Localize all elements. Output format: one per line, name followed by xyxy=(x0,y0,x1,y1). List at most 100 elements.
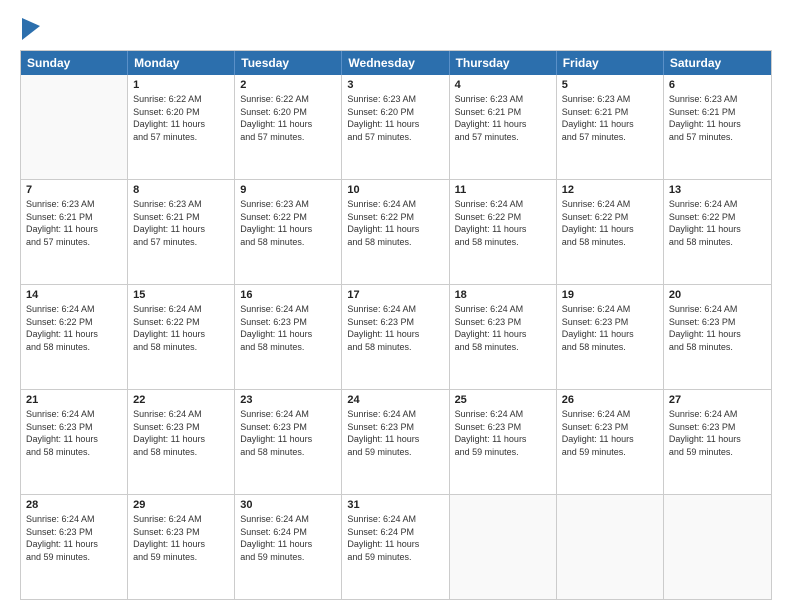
calendar-cell: 1 Sunrise: 6:22 AM Sunset: 6:20 PM Daylig… xyxy=(128,75,235,179)
calendar-cell: 26Sunrise: 6:24 AM Sunset: 6:23 PM Dayli… xyxy=(557,390,664,494)
day-number: 17 xyxy=(347,289,443,301)
day-info: Sunrise: 6:24 AM Sunset: 6:23 PM Dayligh… xyxy=(26,513,122,563)
day-info: Sunrise: 6:24 AM Sunset: 6:24 PM Dayligh… xyxy=(240,513,336,563)
day-info: Sunrise: 6:24 AM Sunset: 6:23 PM Dayligh… xyxy=(347,408,443,458)
calendar-cell: 31Sunrise: 6:24 AM Sunset: 6:24 PM Dayli… xyxy=(342,495,449,599)
calendar-cell: 16 Sunrise: 6:24 AM Sunset: 6:23 PM Dayli… xyxy=(235,285,342,389)
calendar-cell: 28Sunrise: 6:24 AM Sunset: 6:23 PM Dayli… xyxy=(21,495,128,599)
day-info: Sunrise: 6:23 AM Sunset: 6:21 PM Dayligh… xyxy=(133,198,229,248)
logo-icon xyxy=(22,18,40,40)
day-info: Sunrise: 6:23 AM Sunset: 6:21 PM Dayligh… xyxy=(562,93,658,143)
day-number: 11 xyxy=(455,184,551,196)
calendar-row-1: 7Sunrise: 6:23 AM Sunset: 6:21 PM Daylig… xyxy=(21,180,771,285)
day-info: Sunrise: 6:23 AM Sunset: 6:21 PM Dayligh… xyxy=(26,198,122,248)
calendar-cell: 27Sunrise: 6:24 AM Sunset: 6:23 PM Dayli… xyxy=(664,390,771,494)
calendar-cell: 7Sunrise: 6:23 AM Sunset: 6:21 PM Daylig… xyxy=(21,180,128,284)
calendar-header: SundayMondayTuesdayWednesdayThursdayFrid… xyxy=(21,51,771,75)
day-number: 16 xyxy=(240,289,336,301)
day-number: 2 xyxy=(240,79,336,91)
calendar-row-3: 21 Sunrise: 6:24 AM Sunset: 6:23 PM Dayli… xyxy=(21,390,771,495)
day-info: Sunrise: 6:24 AM Sunset: 6:22 PM Dayligh… xyxy=(26,303,122,353)
header-day-tuesday: Tuesday xyxy=(235,51,342,75)
day-number: 1 xyxy=(133,79,229,91)
day-info: Sunrise: 6:22 AM Sunset: 6:20 PM Dayligh… xyxy=(133,93,229,143)
calendar-cell: 23 Sunrise: 6:24 AM Sunset: 6:23 PM Dayli… xyxy=(235,390,342,494)
logo xyxy=(20,18,40,40)
day-number: 14 xyxy=(26,289,122,301)
calendar-cell: 19 Sunrise: 6:24 AM Sunset: 6:23 PM Dayli… xyxy=(557,285,664,389)
calendar-cell: 12 Sunrise: 6:24 AM Sunset: 6:22 PM Dayli… xyxy=(557,180,664,284)
day-info: Sunrise: 6:24 AM Sunset: 6:23 PM Dayligh… xyxy=(455,408,551,458)
day-number: 21 xyxy=(26,394,122,406)
calendar-row-2: 14 Sunrise: 6:24 AM Sunset: 6:22 PM Dayli… xyxy=(21,285,771,390)
calendar-cell: 4 Sunrise: 6:23 AM Sunset: 6:21 PM Daylig… xyxy=(450,75,557,179)
day-number: 31 xyxy=(347,499,443,511)
day-number: 9 xyxy=(240,184,336,196)
calendar-cell: 22 Sunrise: 6:24 AM Sunset: 6:23 PM Dayli… xyxy=(128,390,235,494)
day-info: Sunrise: 6:24 AM Sunset: 6:22 PM Dayligh… xyxy=(347,198,443,248)
calendar-cell: 6Sunrise: 6:23 AM Sunset: 6:21 PM Daylig… xyxy=(664,75,771,179)
calendar-cell xyxy=(664,495,771,599)
day-number: 29 xyxy=(133,499,229,511)
calendar-cell: 25 Sunrise: 6:24 AM Sunset: 6:23 PM Dayli… xyxy=(450,390,557,494)
day-number: 25 xyxy=(455,394,551,406)
day-number: 5 xyxy=(562,79,658,91)
day-info: Sunrise: 6:23 AM Sunset: 6:22 PM Dayligh… xyxy=(240,198,336,248)
day-number: 10 xyxy=(347,184,443,196)
calendar-cell: 29 Sunrise: 6:24 AM Sunset: 6:23 PM Dayli… xyxy=(128,495,235,599)
day-info: Sunrise: 6:24 AM Sunset: 6:22 PM Dayligh… xyxy=(562,198,658,248)
calendar-cell: 20 Sunrise: 6:24 AM Sunset: 6:23 PM Dayli… xyxy=(664,285,771,389)
calendar-cell: 14 Sunrise: 6:24 AM Sunset: 6:22 PM Dayli… xyxy=(21,285,128,389)
calendar: SundayMondayTuesdayWednesdayThursdayFrid… xyxy=(20,50,772,600)
day-info: Sunrise: 6:24 AM Sunset: 6:23 PM Dayligh… xyxy=(562,408,658,458)
day-info: Sunrise: 6:24 AM Sunset: 6:23 PM Dayligh… xyxy=(240,303,336,353)
calendar-cell: 3 Sunrise: 6:23 AM Sunset: 6:20 PM Daylig… xyxy=(342,75,449,179)
header xyxy=(20,18,772,40)
day-info: Sunrise: 6:24 AM Sunset: 6:22 PM Dayligh… xyxy=(133,303,229,353)
day-number: 3 xyxy=(347,79,443,91)
calendar-cell: 17 Sunrise: 6:24 AM Sunset: 6:23 PM Dayli… xyxy=(342,285,449,389)
day-number: 6 xyxy=(669,79,766,91)
day-number: 18 xyxy=(455,289,551,301)
page: SundayMondayTuesdayWednesdayThursdayFrid… xyxy=(0,0,792,612)
day-info: Sunrise: 6:24 AM Sunset: 6:22 PM Dayligh… xyxy=(669,198,766,248)
day-info: Sunrise: 6:24 AM Sunset: 6:23 PM Dayligh… xyxy=(347,303,443,353)
header-day-friday: Friday xyxy=(557,51,664,75)
calendar-cell: 15 Sunrise: 6:24 AM Sunset: 6:22 PM Dayli… xyxy=(128,285,235,389)
day-info: Sunrise: 6:24 AM Sunset: 6:23 PM Dayligh… xyxy=(562,303,658,353)
calendar-cell: 2 Sunrise: 6:22 AM Sunset: 6:20 PM Daylig… xyxy=(235,75,342,179)
day-info: Sunrise: 6:22 AM Sunset: 6:20 PM Dayligh… xyxy=(240,93,336,143)
day-number: 4 xyxy=(455,79,551,91)
calendar-cell xyxy=(21,75,128,179)
day-info: Sunrise: 6:24 AM Sunset: 6:23 PM Dayligh… xyxy=(669,408,766,458)
day-info: Sunrise: 6:24 AM Sunset: 6:22 PM Dayligh… xyxy=(455,198,551,248)
day-info: Sunrise: 6:24 AM Sunset: 6:23 PM Dayligh… xyxy=(455,303,551,353)
header-day-monday: Monday xyxy=(128,51,235,75)
day-number: 24 xyxy=(347,394,443,406)
day-info: Sunrise: 6:24 AM Sunset: 6:23 PM Dayligh… xyxy=(133,513,229,563)
header-day-saturday: Saturday xyxy=(664,51,771,75)
calendar-cell xyxy=(450,495,557,599)
day-info: Sunrise: 6:23 AM Sunset: 6:21 PM Dayligh… xyxy=(455,93,551,143)
day-info: Sunrise: 6:24 AM Sunset: 6:23 PM Dayligh… xyxy=(240,408,336,458)
calendar-row-0: 1 Sunrise: 6:22 AM Sunset: 6:20 PM Daylig… xyxy=(21,75,771,180)
day-info: Sunrise: 6:24 AM Sunset: 6:23 PM Dayligh… xyxy=(26,408,122,458)
header-day-wednesday: Wednesday xyxy=(342,51,449,75)
calendar-cell: 13 Sunrise: 6:24 AM Sunset: 6:22 PM Dayli… xyxy=(664,180,771,284)
day-info: Sunrise: 6:24 AM Sunset: 6:23 PM Dayligh… xyxy=(669,303,766,353)
day-number: 19 xyxy=(562,289,658,301)
day-number: 23 xyxy=(240,394,336,406)
day-info: Sunrise: 6:24 AM Sunset: 6:23 PM Dayligh… xyxy=(133,408,229,458)
calendar-cell: 10 Sunrise: 6:24 AM Sunset: 6:22 PM Dayli… xyxy=(342,180,449,284)
calendar-cell: 30Sunrise: 6:24 AM Sunset: 6:24 PM Dayli… xyxy=(235,495,342,599)
day-number: 20 xyxy=(669,289,766,301)
day-number: 13 xyxy=(669,184,766,196)
day-number: 8 xyxy=(133,184,229,196)
day-info: Sunrise: 6:23 AM Sunset: 6:20 PM Dayligh… xyxy=(347,93,443,143)
day-number: 15 xyxy=(133,289,229,301)
day-number: 12 xyxy=(562,184,658,196)
calendar-cell: 24 Sunrise: 6:24 AM Sunset: 6:23 PM Dayli… xyxy=(342,390,449,494)
calendar-cell: 21 Sunrise: 6:24 AM Sunset: 6:23 PM Dayli… xyxy=(21,390,128,494)
day-number: 22 xyxy=(133,394,229,406)
calendar-cell: 5 Sunrise: 6:23 AM Sunset: 6:21 PM Daylig… xyxy=(557,75,664,179)
